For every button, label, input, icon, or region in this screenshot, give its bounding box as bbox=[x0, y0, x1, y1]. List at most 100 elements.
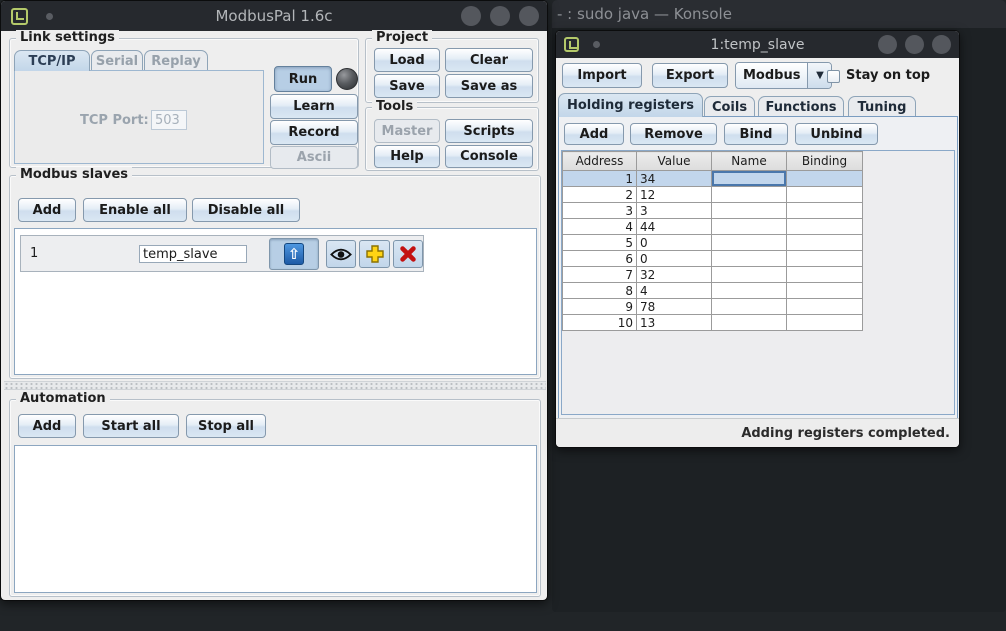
value-cell[interactable]: 3 bbox=[637, 203, 712, 219]
minimize-button[interactable] bbox=[878, 35, 897, 54]
binding-cell[interactable] bbox=[787, 219, 863, 235]
load-button[interactable]: Load bbox=[374, 48, 440, 72]
name-cell[interactable] bbox=[712, 219, 787, 235]
start-all-button[interactable]: Start all bbox=[83, 414, 179, 438]
stop-all-button[interactable]: Stop all bbox=[186, 414, 266, 438]
register-add-button[interactable]: Add bbox=[564, 123, 624, 145]
master-button[interactable]: Master bbox=[374, 119, 440, 143]
slave-duplicate-button[interactable] bbox=[359, 240, 390, 268]
name-cell[interactable] bbox=[712, 171, 787, 187]
name-cell[interactable] bbox=[712, 203, 787, 219]
bind-button[interactable]: Bind bbox=[724, 123, 788, 145]
address-cell[interactable]: 1 bbox=[563, 171, 637, 187]
value-cell[interactable]: 12 bbox=[637, 187, 712, 203]
modbuspal-titlebar[interactable]: ModbusPal 1.6c bbox=[1, 1, 547, 31]
run-button[interactable]: Run bbox=[274, 66, 332, 92]
tab-replay[interactable]: Replay bbox=[144, 50, 208, 71]
slave-row[interactable]: 1 ⇧ bbox=[20, 235, 424, 272]
table-row[interactable]: 732 bbox=[563, 267, 863, 283]
close-button[interactable] bbox=[519, 6, 539, 26]
stay-on-top-checkbox[interactable] bbox=[827, 70, 840, 83]
value-cell[interactable]: 78 bbox=[637, 299, 712, 315]
value-cell[interactable]: 4 bbox=[637, 283, 712, 299]
slave-name-field[interactable] bbox=[139, 245, 247, 263]
table-row[interactable]: 50 bbox=[563, 235, 863, 251]
name-cell[interactable] bbox=[712, 283, 787, 299]
binding-cell[interactable] bbox=[787, 187, 863, 203]
name-column-header[interactable]: Name bbox=[712, 152, 787, 171]
registers-scrollpane[interactable]: Address Value Name Binding 1342123344450… bbox=[561, 150, 955, 415]
tab-holding-registers[interactable]: Holding registers bbox=[558, 93, 703, 117]
table-row[interactable]: 33 bbox=[563, 203, 863, 219]
name-cell[interactable] bbox=[712, 187, 787, 203]
value-cell[interactable]: 13 bbox=[637, 315, 712, 331]
tcp-port-field[interactable] bbox=[151, 110, 187, 130]
unbind-button[interactable]: Unbind bbox=[795, 123, 878, 145]
address-cell[interactable]: 3 bbox=[563, 203, 637, 219]
record-button[interactable]: Record bbox=[270, 120, 358, 145]
help-button[interactable]: Help bbox=[374, 145, 440, 168]
address-cell[interactable]: 7 bbox=[563, 267, 637, 283]
clear-button[interactable]: Clear bbox=[445, 48, 533, 72]
name-cell[interactable] bbox=[712, 235, 787, 251]
tab-serial[interactable]: Serial bbox=[91, 50, 143, 71]
tab-coils[interactable]: Coils bbox=[704, 96, 755, 117]
maximize-button[interactable] bbox=[490, 6, 510, 26]
address-cell[interactable]: 2 bbox=[563, 187, 637, 203]
table-row[interactable]: 444 bbox=[563, 219, 863, 235]
name-cell[interactable] bbox=[712, 315, 787, 331]
table-row[interactable]: 134 bbox=[563, 171, 863, 187]
value-cell[interactable]: 44 bbox=[637, 219, 712, 235]
value-cell[interactable]: 0 bbox=[637, 251, 712, 267]
binding-cell[interactable] bbox=[787, 299, 863, 315]
export-button[interactable]: Export bbox=[652, 63, 728, 88]
ascii-button[interactable]: Ascii bbox=[270, 146, 358, 169]
binding-cell[interactable] bbox=[787, 251, 863, 267]
binding-cell[interactable] bbox=[787, 283, 863, 299]
table-row[interactable]: 1013 bbox=[563, 315, 863, 331]
address-cell[interactable]: 8 bbox=[563, 283, 637, 299]
binding-cell[interactable] bbox=[787, 235, 863, 251]
disable-all-button[interactable]: Disable all bbox=[192, 198, 300, 222]
import-button[interactable]: Import bbox=[562, 63, 642, 88]
binding-cell[interactable] bbox=[787, 315, 863, 331]
minimize-button[interactable] bbox=[461, 6, 481, 26]
value-cell[interactable]: 0 bbox=[637, 235, 712, 251]
binding-cell[interactable] bbox=[787, 171, 863, 187]
scripts-button[interactable]: Scripts bbox=[445, 119, 533, 143]
konsole-titlebar[interactable]: - : sudo java — Konsole bbox=[552, 0, 1006, 28]
address-cell[interactable]: 4 bbox=[563, 219, 637, 235]
value-column-header[interactable]: Value bbox=[637, 152, 712, 171]
save-button[interactable]: Save bbox=[374, 74, 440, 98]
protocol-select[interactable]: Modbus ▼ bbox=[735, 62, 832, 89]
enable-all-button[interactable]: Enable all bbox=[83, 198, 187, 222]
binding-cell[interactable] bbox=[787, 267, 863, 283]
slave-delete-button[interactable] bbox=[393, 240, 423, 268]
value-cell[interactable]: 34 bbox=[637, 171, 712, 187]
name-cell[interactable] bbox=[712, 267, 787, 283]
register-remove-button[interactable]: Remove bbox=[630, 123, 717, 145]
table-row[interactable]: 60 bbox=[563, 251, 863, 267]
table-row[interactable]: 84 bbox=[563, 283, 863, 299]
slave-add-button[interactable]: Add bbox=[18, 198, 76, 222]
learn-button[interactable]: Learn bbox=[270, 94, 358, 119]
tab-tcpip[interactable]: TCP/IP bbox=[14, 50, 90, 71]
table-row[interactable]: 212 bbox=[563, 187, 863, 203]
address-cell[interactable]: 5 bbox=[563, 235, 637, 251]
name-cell[interactable] bbox=[712, 299, 787, 315]
splitter-handle[interactable] bbox=[4, 381, 546, 390]
maximize-button[interactable] bbox=[905, 35, 924, 54]
address-cell[interactable]: 6 bbox=[563, 251, 637, 267]
value-cell[interactable]: 32 bbox=[637, 267, 712, 283]
name-cell[interactable] bbox=[712, 251, 787, 267]
binding-column-header[interactable]: Binding bbox=[787, 152, 863, 171]
tab-functions[interactable]: Functions bbox=[758, 96, 844, 117]
automation-add-button[interactable]: Add bbox=[18, 414, 76, 438]
slave-enable-toggle[interactable]: ⇧ bbox=[269, 238, 319, 270]
address-cell[interactable]: 10 bbox=[563, 315, 637, 331]
slave-titlebar[interactable]: 1:temp_slave bbox=[556, 31, 959, 58]
table-row[interactable]: 978 bbox=[563, 299, 863, 315]
tab-tuning[interactable]: Tuning bbox=[848, 96, 916, 117]
binding-cell[interactable] bbox=[787, 203, 863, 219]
close-button[interactable] bbox=[932, 35, 951, 54]
